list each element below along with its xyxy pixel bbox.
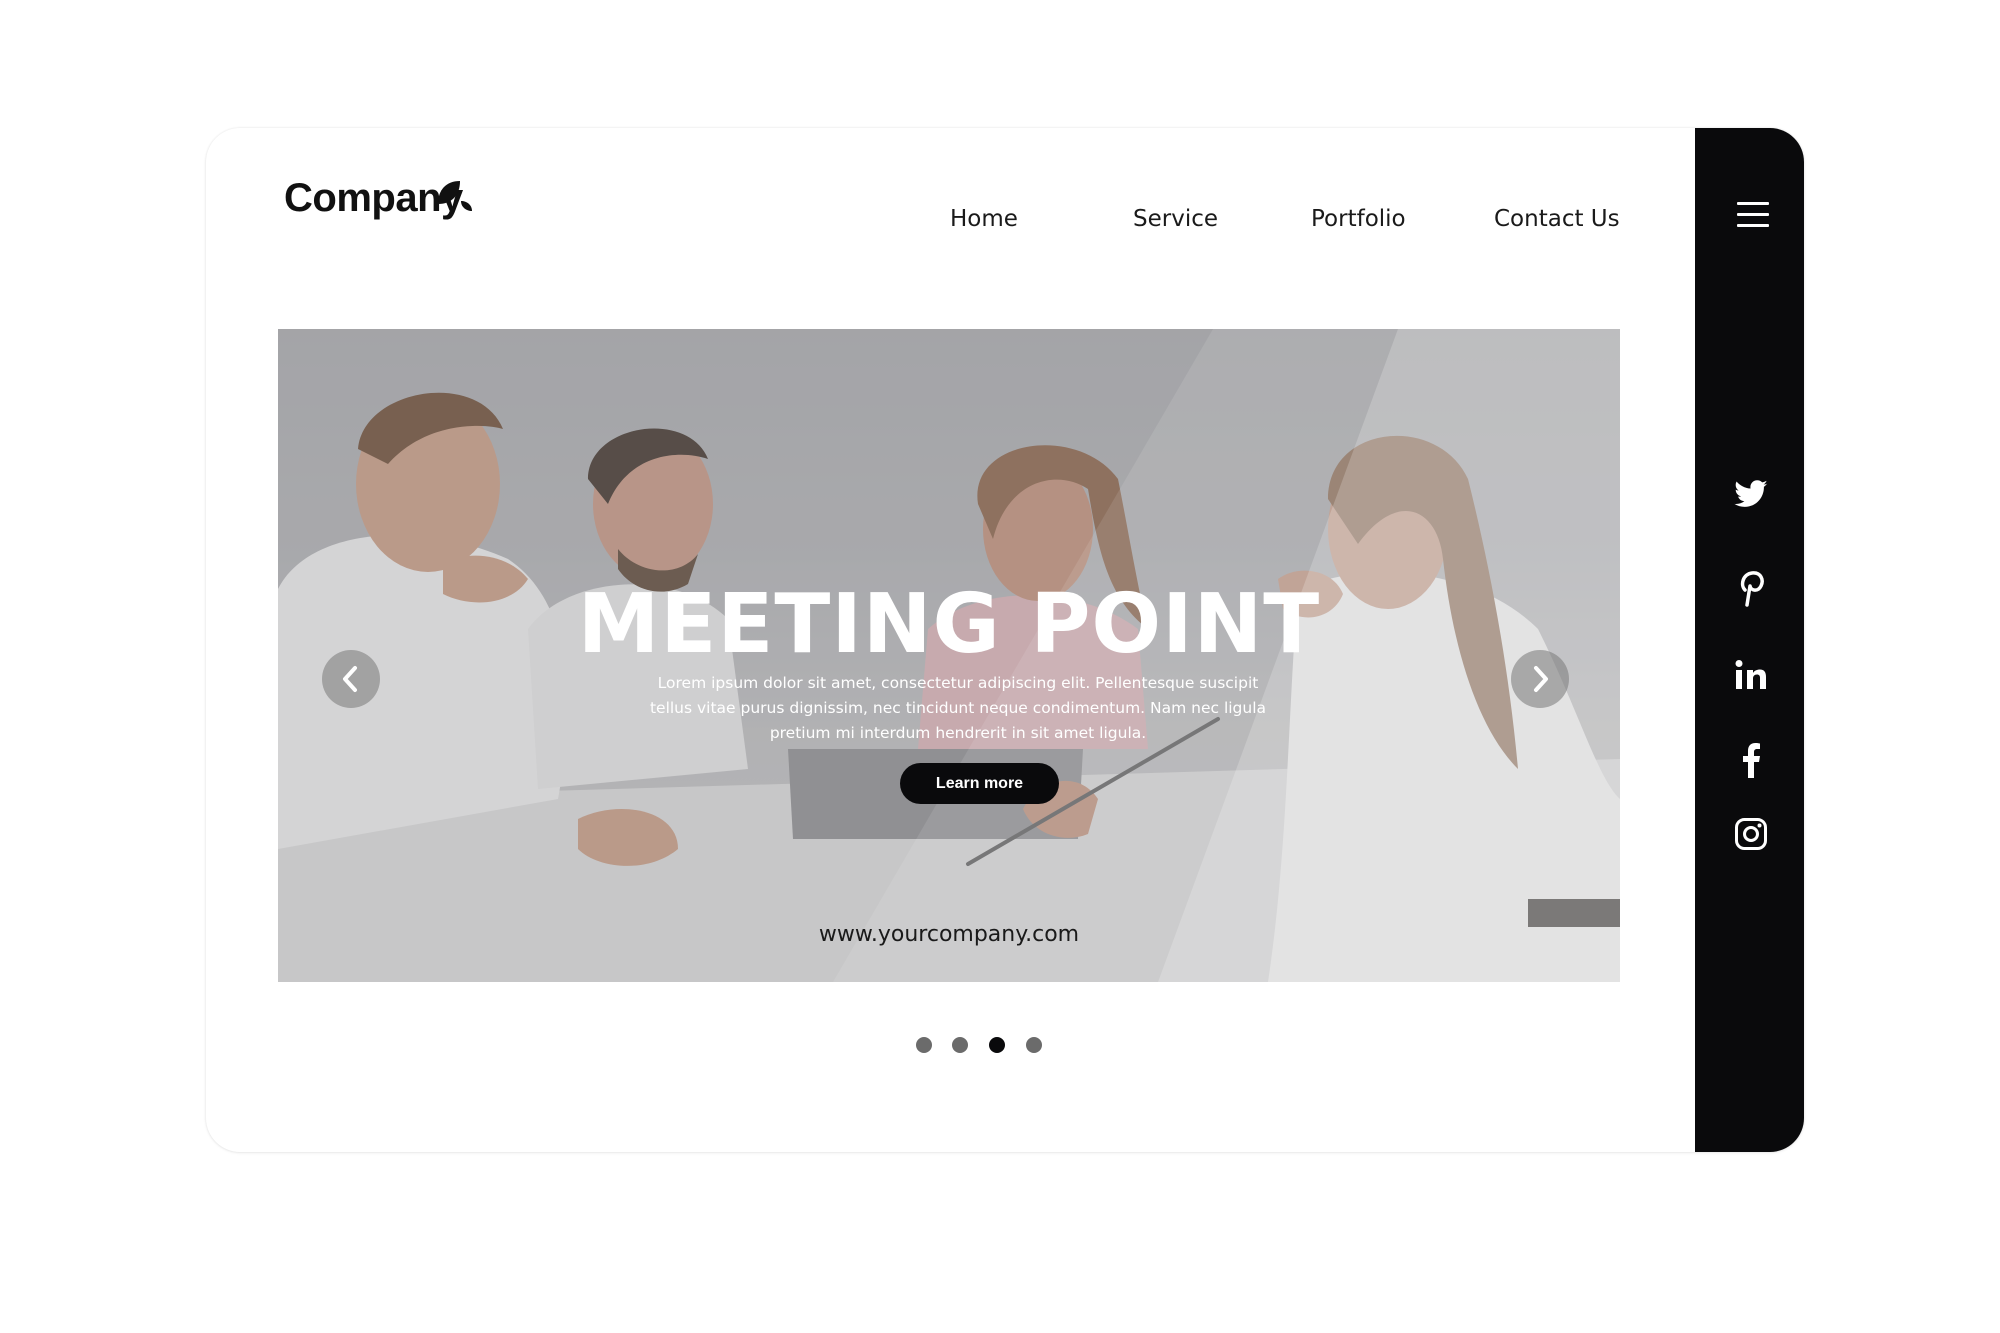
hero-slider: MEETING POINT Lorem ipsum dolor sit amet… [278, 329, 1620, 982]
linkedin-icon[interactable] [1731, 655, 1771, 695]
carousel-dot-active[interactable] [989, 1037, 1005, 1053]
nav-home[interactable]: Home [950, 206, 1018, 232]
next-slide-button[interactable] [1511, 650, 1569, 708]
hero-description: Lorem ipsum dolor sit amet, consectetur … [649, 674, 1267, 742]
hamburger-menu-icon[interactable] [1737, 202, 1769, 228]
main-nav: Home Service Portfolio Contact Us [206, 206, 1804, 246]
hero-title: MEETING POINT [577, 577, 1321, 672]
pinterest-icon[interactable] [1731, 569, 1771, 609]
website-url: www.yourcompany.com [818, 922, 1080, 947]
previous-slide-button[interactable] [322, 650, 380, 708]
facebook-icon[interactable] [1731, 740, 1771, 780]
nav-portfolio[interactable]: Portfolio [1311, 206, 1406, 232]
instagram-icon[interactable] [1731, 814, 1771, 854]
nav-service[interactable]: Service [1133, 206, 1218, 232]
nav-contact-us[interactable]: Contact Us [1494, 206, 1620, 232]
landing-page-card: Company Home Service Portfolio Contact U… [206, 128, 1804, 1152]
carousel-dot[interactable] [916, 1037, 932, 1053]
chevron-left-icon [343, 666, 357, 692]
carousel-dots [206, 1037, 1804, 1053]
carousel-dot[interactable] [1026, 1037, 1042, 1053]
carousel-dot[interactable] [952, 1037, 968, 1053]
twitter-icon[interactable] [1731, 475, 1771, 515]
chevron-right-icon [1534, 666, 1548, 692]
social-sidebar [1695, 128, 1804, 1152]
learn-more-button[interactable]: Learn more [900, 763, 1059, 804]
